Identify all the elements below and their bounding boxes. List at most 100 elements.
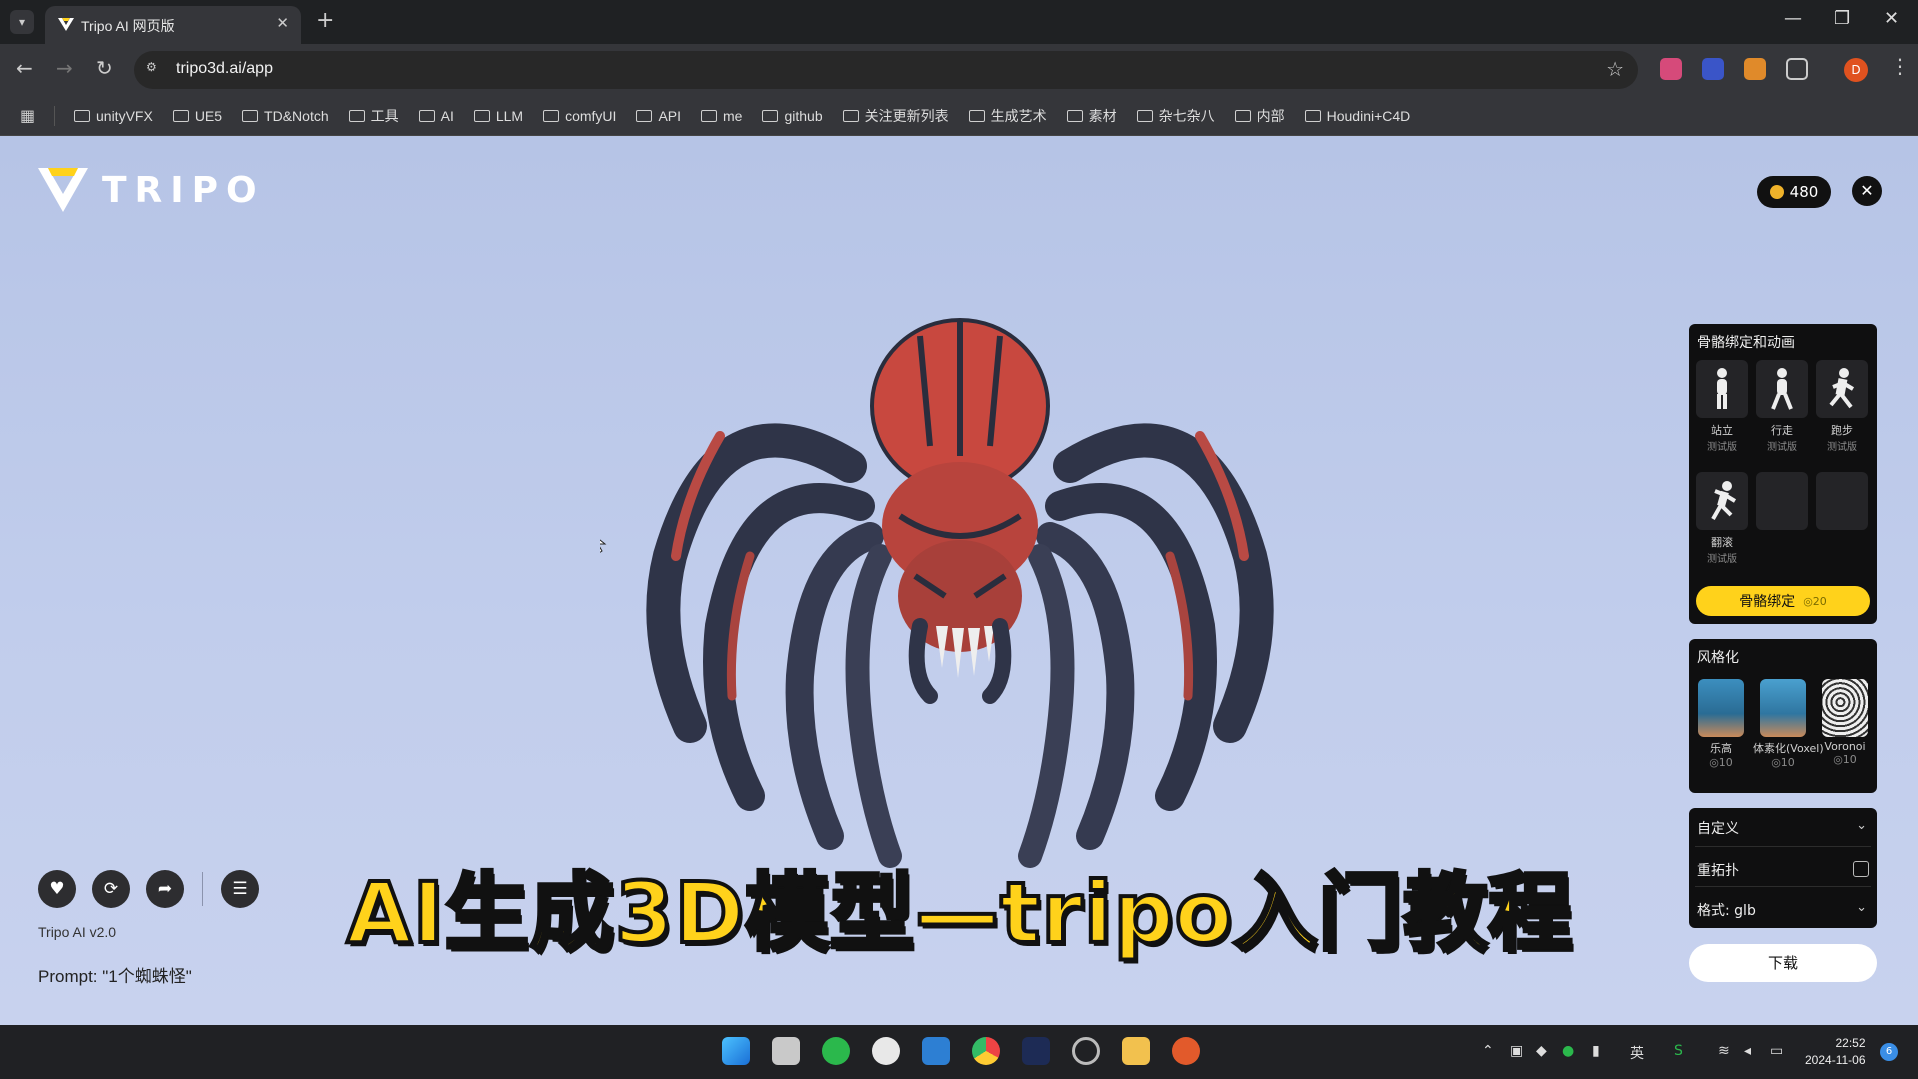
tray-app-icon[interactable]: ▣ xyxy=(1510,1043,1523,1059)
close-viewer-button[interactable]: ✕ xyxy=(1852,176,1882,206)
tripo-logo[interactable]: TRIPO xyxy=(36,164,265,216)
apps-grid-icon[interactable]: ▦ xyxy=(20,106,35,125)
tab-strip: ▾ Tripo AI 网页版 ✕ + — ❐ ✕ xyxy=(0,0,1918,44)
browser-menu-icon[interactable]: ⋮ xyxy=(1890,54,1910,78)
bookmark-list: unityVFX UE5 TD&Notch 工具 AI LLM comfyUI API me gi… xyxy=(74,96,1410,136)
animation-walk[interactable]: 行走 测试版 xyxy=(1756,360,1808,453)
panel-divider xyxy=(1695,886,1871,887)
app-icon[interactable] xyxy=(1022,1037,1050,1065)
bookmark-folder[interactable]: 工具 xyxy=(348,106,399,126)
bookmark-folder[interactable]: 生成艺术 xyxy=(968,106,1047,126)
back-icon[interactable]: ← xyxy=(16,56,33,80)
bookmark-folder[interactable]: 素材 xyxy=(1066,106,1117,126)
bookmark-folder[interactable]: me xyxy=(701,108,742,124)
chrome-icon[interactable] xyxy=(972,1037,1000,1065)
retopology-row: 重拓扑 xyxy=(1697,860,1869,880)
spider-3d-model[interactable] xyxy=(600,296,1320,886)
forward-icon[interactable]: → xyxy=(56,56,73,80)
bookmark-folder[interactable]: 关注更新列表 xyxy=(842,106,949,126)
restore-icon[interactable]: ❐ xyxy=(1834,8,1850,29)
powerpoint-icon[interactable] xyxy=(1172,1037,1200,1065)
task-view-icon[interactable] xyxy=(772,1037,800,1065)
share-button[interactable]: ➦ xyxy=(146,870,184,908)
active-tab[interactable]: Tripo AI 网页版 ✕ xyxy=(45,6,301,44)
bookmark-folder[interactable]: API xyxy=(636,108,681,124)
action-divider xyxy=(202,872,203,906)
bookmark-folder[interactable]: 内部 xyxy=(1234,106,1285,126)
prompt-text: Prompt: "1个蜘蛛怪" xyxy=(38,967,192,986)
animation-beta-tag: 测试版 xyxy=(1707,442,1737,453)
bookmark-folder[interactable]: TD&Notch xyxy=(242,108,329,124)
davinci-icon[interactable] xyxy=(1072,1037,1100,1065)
bookmark-folder[interactable]: Houdini+C4D xyxy=(1304,108,1410,124)
calendar-extension-icon[interactable] xyxy=(1744,58,1766,80)
tray-wechat-icon[interactable]: ● xyxy=(1562,1043,1574,1059)
extension-icon[interactable] xyxy=(1660,58,1682,80)
file-explorer-icon[interactable] xyxy=(1122,1037,1150,1065)
custom-dropdown[interactable]: 自定义 ⌄ xyxy=(1697,818,1869,838)
bookmark-label: 杂七杂八 xyxy=(1158,108,1215,124)
bookmark-folder[interactable]: LLM xyxy=(473,108,523,124)
format-select[interactable]: 格式: glb ⌄ xyxy=(1697,900,1869,920)
alarm-extension-icon[interactable] xyxy=(1702,58,1724,80)
bookmark-folder[interactable]: AI xyxy=(418,108,454,124)
menu-button[interactable]: ☰ xyxy=(221,870,259,908)
bookmark-star-icon[interactable]: ☆ xyxy=(1606,57,1624,81)
start-icon[interactable] xyxy=(722,1037,750,1065)
animation-roll[interactable]: 翻滚 测试版 xyxy=(1696,472,1748,565)
site-info-icon[interactable]: ⚙ xyxy=(146,60,166,80)
store-icon[interactable] xyxy=(922,1037,950,1065)
volume-icon[interactable]: ◂ xyxy=(1744,1043,1751,1059)
like-button[interactable]: ♥ xyxy=(38,870,76,908)
run-figure-icon xyxy=(1816,360,1868,418)
bookmark-folder[interactable]: UE5 xyxy=(172,108,223,124)
custom-export-panel: 自定义 ⌄ 重拓扑 格式: glb ⌄ xyxy=(1689,808,1877,928)
address-bar[interactable]: ⚙ tripo3d.ai/app ☆ xyxy=(134,51,1638,89)
folder-icon xyxy=(701,110,718,122)
rigging-panel: 骨骼绑定和动画 站立 测试版 行走 测试版 跑步 测试版 翻滚 测试版 骨骼绑定… xyxy=(1689,324,1877,624)
ime-indicator[interactable]: 英 xyxy=(1630,1043,1644,1063)
system-clock[interactable]: 22:52 2024-11-06 xyxy=(1805,1035,1866,1069)
tab-search-button[interactable]: ▾ xyxy=(10,10,34,34)
battery-icon[interactable]: ▭ xyxy=(1770,1043,1783,1059)
wechat-icon[interactable] xyxy=(822,1037,850,1065)
bookmark-label: UE5 xyxy=(194,108,223,124)
rig-button[interactable]: 骨骼绑定 ◎20 xyxy=(1696,586,1870,616)
profile-avatar[interactable]: D xyxy=(1844,58,1868,82)
download-button[interactable]: 下载 xyxy=(1689,944,1877,982)
chevron-down-icon: ⌄ xyxy=(1856,900,1867,915)
tray-s-icon[interactable]: S xyxy=(1674,1043,1683,1059)
bookmark-folder[interactable]: 杂七杂八 xyxy=(1136,106,1215,126)
reload-icon[interactable]: ↻ xyxy=(96,56,113,80)
style-voronoi[interactable]: Voronoi ◎10 xyxy=(1815,679,1875,766)
animation-run[interactable]: 跑步 测试版 xyxy=(1816,360,1868,453)
rigging-title: 骨骼绑定和动画 xyxy=(1697,335,1795,351)
animation-stand[interactable]: 站立 测试版 xyxy=(1696,360,1748,453)
extensions-puzzle-icon[interactable] xyxy=(1786,58,1808,80)
folder-icon xyxy=(1136,110,1153,122)
folder-icon xyxy=(1066,110,1083,122)
window-close-icon[interactable]: ✕ xyxy=(1884,8,1899,29)
retopology-checkbox[interactable] xyxy=(1853,861,1869,877)
tab-close-icon[interactable]: ✕ xyxy=(276,14,289,32)
style-lego[interactable]: 乐高 ◎10 xyxy=(1691,679,1751,769)
url-text[interactable]: tripo3d.ai/app xyxy=(176,60,273,78)
minimize-icon[interactable]: — xyxy=(1784,8,1802,29)
bookmark-folder[interactable]: comfyUI xyxy=(543,108,616,124)
tray-overflow-icon[interactable]: ⌃ xyxy=(1482,1043,1494,1059)
credits-badge[interactable]: 480 xyxy=(1757,176,1831,208)
new-tab-button[interactable]: + xyxy=(316,8,334,33)
folder-icon xyxy=(418,110,435,122)
regenerate-button[interactable]: ⟳ xyxy=(92,870,130,908)
folder-icon xyxy=(1304,110,1321,122)
alien-app-icon[interactable] xyxy=(872,1037,900,1065)
bookmark-folder[interactable]: unityVFX xyxy=(74,108,153,124)
microphone-icon[interactable]: ▮ xyxy=(1592,1043,1600,1059)
bookmark-folder[interactable]: github xyxy=(762,108,823,124)
style-voxel[interactable]: 体素化(Voxel) ◎10 xyxy=(1753,679,1824,769)
tray-cat-icon[interactable]: ◆ xyxy=(1536,1043,1547,1059)
bookmark-label: comfyUI xyxy=(565,108,617,124)
notification-badge[interactable]: 6 xyxy=(1880,1043,1898,1061)
tripo-favicon-icon xyxy=(58,18,74,31)
wifi-icon[interactable]: ≋ xyxy=(1718,1043,1730,1059)
